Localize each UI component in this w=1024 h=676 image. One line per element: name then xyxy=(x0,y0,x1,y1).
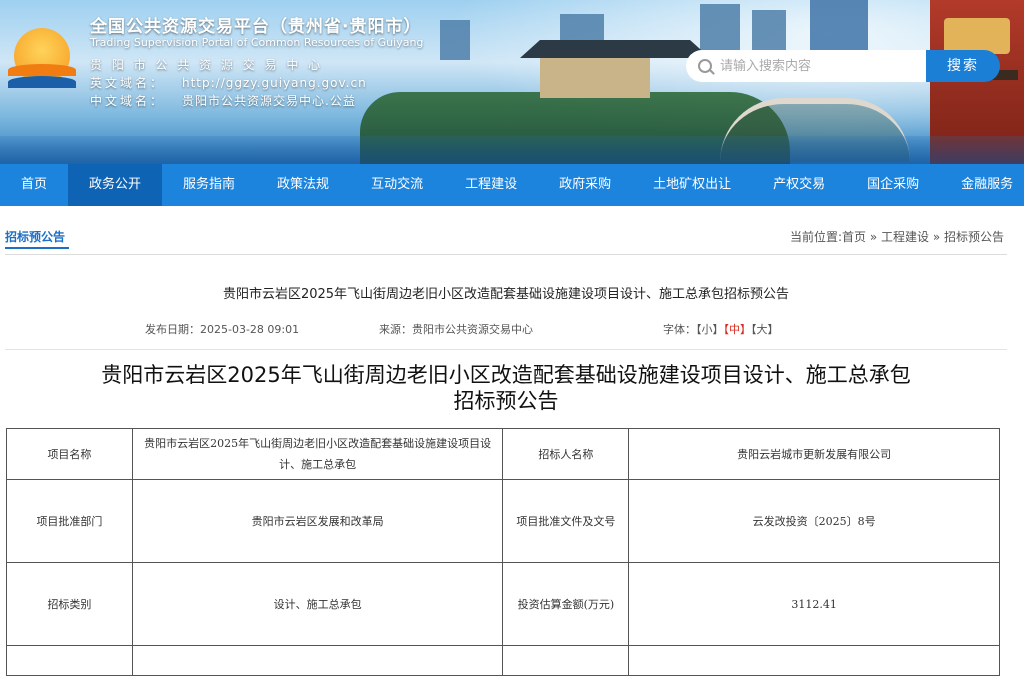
search-button[interactable]: 搜索 xyxy=(926,50,1000,82)
article-header: 贵阳市云岩区2025年飞山街周边老旧小区改造配套基础设施建设项目设计、施工总承包… xyxy=(5,255,1007,350)
cn-domain-line: 中文域名： 贵阳市公共资源交易中心.公益 xyxy=(90,92,356,109)
table-cell-label: 项目名称 xyxy=(6,428,133,480)
breadcrumb-current-link[interactable]: 招标预公告 xyxy=(944,230,1004,244)
table-cell-value: 设计、施工总承包 xyxy=(131,562,504,646)
header-banner: 全国公共资源交易平台（贵州省·贵阳市） Trading Supervision … xyxy=(0,0,1024,164)
nav-item-land-mining[interactable]: 土地矿权出让 xyxy=(632,164,752,206)
font-size-medium-button[interactable]: 【中】 xyxy=(724,323,752,336)
table-cell-value xyxy=(628,645,1000,676)
banner-water xyxy=(0,136,1024,164)
font-size-large-button[interactable]: 【大】 xyxy=(751,323,779,336)
main-nav: 首页 政务公开 服务指南 政策法规 互动交流 工程建设 政府采购 土地矿权出让 … xyxy=(0,164,1024,206)
article-source: 来源：贵阳市公共资源交易中心 xyxy=(379,321,533,337)
article-heading: 贵阳市云岩区2025年飞山街周边老旧小区改造配套基础设施建设项目设计、施工总承包… xyxy=(5,362,1007,414)
search-input[interactable] xyxy=(686,50,926,82)
table-cell-value: 贵阳市云岩区2025年飞山街周边老旧小区改造配套基础设施建设项目设计、施工总承包 xyxy=(131,428,504,480)
publish-date: 发布日期：2025-03-28 09:01 xyxy=(145,321,299,337)
font-size-switcher: 字体：【小】【中】【大】 xyxy=(663,321,779,337)
table-row: 项目批准部门 贵阳市云岩区发展和改革局 项目批准文件及文号 云发改投资〔2025… xyxy=(6,479,1000,563)
search-bar: 搜索 xyxy=(686,50,1000,82)
table-row xyxy=(6,645,1000,676)
breadcrumb-prefix: 当前位置: xyxy=(789,230,842,244)
nav-item-construction[interactable]: 工程建设 xyxy=(444,164,538,206)
table-cell-label: 投资估算金额(万元) xyxy=(502,562,630,646)
article-heading-line: 招标预公告 xyxy=(453,389,559,413)
cn-domain-value: 贵阳市公共资源交易中心.公益 xyxy=(182,94,356,108)
breadcrumb-home-link[interactable]: 首页 xyxy=(842,230,866,244)
table-cell-value: 云发改投资〔2025〕8号 xyxy=(628,479,1000,563)
site-title: 全国公共资源交易平台（贵州省·贵阳市） xyxy=(90,17,422,37)
table-cell-value: 3112.41 xyxy=(628,562,1000,646)
en-domain-value: http://ggzy.guiyang.gov.cn xyxy=(182,76,367,90)
publish-date-label: 发布日期： xyxy=(145,323,200,336)
table-cell-label xyxy=(502,645,630,676)
publish-date-value: 2025-03-28 09:01 xyxy=(200,323,300,336)
project-info-table: 项目名称 贵阳市云岩区2025年飞山街周边老旧小区改造配套基础设施建设项目设计、… xyxy=(6,428,1000,676)
nav-item-gov-procurement[interactable]: 政府采购 xyxy=(538,164,632,206)
font-size-small-button[interactable]: 【小】 xyxy=(696,323,724,336)
table-cell-label xyxy=(6,645,133,676)
source-value: 贵阳市公共资源交易中心 xyxy=(412,323,533,336)
nav-item-service-guide[interactable]: 服务指南 xyxy=(162,164,256,206)
breadcrumb-separator: » xyxy=(929,230,944,244)
site-logo[interactable] xyxy=(8,24,76,90)
banner-pavilion xyxy=(520,40,710,100)
site-org-name: 贵 阳 市 公 共 资 源 交 易 中 心 xyxy=(90,58,324,72)
nav-item-interaction[interactable]: 互动交流 xyxy=(350,164,444,206)
breadcrumb-construction-link[interactable]: 工程建设 xyxy=(881,230,929,244)
table-cell-value: 贵阳云岩城市更新发展有限公司 xyxy=(628,428,1000,480)
nav-item-gov-affairs[interactable]: 政务公开 xyxy=(68,164,163,206)
nav-item-property[interactable]: 产权交易 xyxy=(752,164,846,206)
article-title: 贵阳市云岩区2025年飞山街周边老旧小区改造配套基础设施建设项目设计、施工总承包… xyxy=(222,287,790,302)
banner-building xyxy=(440,20,470,60)
table-cell-label: 招标人名称 xyxy=(502,428,630,480)
article-heading-line: 贵阳市云岩区2025年飞山街周边老旧小区改造配套基础设施建设项目设计、施工总承包 xyxy=(101,363,911,387)
table-cell-value xyxy=(131,645,504,676)
nav-item-home[interactable]: 首页 xyxy=(0,164,68,206)
site-subtitle-en: Trading Supervision Portal of Common Res… xyxy=(90,36,424,49)
en-domain-label: 英文域名： xyxy=(90,76,166,90)
breadcrumb: 当前位置:首页 » 工程建设 » 招标预公告 xyxy=(790,228,1004,245)
section-title: 招标预公告 xyxy=(5,230,70,249)
nav-item-policies[interactable]: 政策法规 xyxy=(256,164,350,206)
table-cell-label: 项目批准部门 xyxy=(6,479,133,563)
font-size-label: 字体： xyxy=(663,323,696,336)
search-icon xyxy=(698,59,712,73)
table-cell-label: 招标类别 xyxy=(6,562,133,646)
nav-item-finance[interactable]: 金融服务 xyxy=(940,164,1024,206)
source-label: 来源： xyxy=(379,323,412,336)
breadcrumb-separator: » xyxy=(866,230,881,244)
table-cell-value: 贵阳市云岩区发展和改革局 xyxy=(131,479,504,563)
cn-domain-label: 中文域名： xyxy=(90,94,166,108)
table-row: 招标类别 设计、施工总承包 投资估算金额(万元) 3112.41 xyxy=(6,562,1000,646)
table-row: 项目名称 贵阳市云岩区2025年飞山街周边老旧小区改造配套基础设施建设项目设计、… xyxy=(6,428,1000,480)
nav-item-soe-procurement[interactable]: 国企采购 xyxy=(846,164,940,206)
table-cell-label: 项目批准文件及文号 xyxy=(502,479,630,563)
en-domain-line: 英文域名： http://ggzy.guiyang.gov.cn xyxy=(90,74,367,91)
breadcrumb-bar: 招标预公告 当前位置:首页 » 工程建设 » 招标预公告 xyxy=(5,206,1007,255)
